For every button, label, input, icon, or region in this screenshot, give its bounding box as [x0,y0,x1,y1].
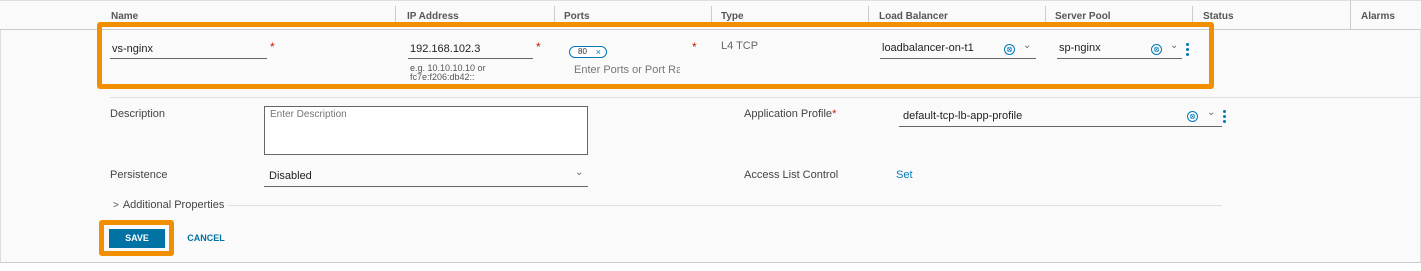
required-marker: * [270,40,275,54]
description-textarea[interactable] [264,106,588,155]
cancel-button[interactable]: CANCEL [180,229,232,248]
description-label: Description [110,108,166,120]
persistence-select[interactable]: Disabled [264,167,588,187]
column-header-ip-address[interactable]: IP Address [407,10,459,24]
column-header-status[interactable]: Status [1203,10,1234,24]
load-balancer-value: loadbalancer-on-t1 [882,42,974,54]
application-profile-label-text: Application Profile [744,108,833,120]
chevron-right-icon: > [113,200,119,211]
ip-hint: fc7e:f206:db42:: [410,72,475,82]
column-separator[interactable] [711,6,712,26]
persistence-value: Disabled [269,170,312,182]
more-actions-icon[interactable] [1223,110,1227,125]
chevron-down-icon[interactable]: ⌄ [1207,107,1215,118]
column-separator[interactable] [868,6,869,26]
divider [0,262,1421,263]
save-button[interactable]: SAVE [109,229,165,248]
ports-input[interactable]: Enter Ports or Port Ranges [574,64,680,76]
table-header-row: Name IP Address Ports Type Load Balancer… [0,0,1421,31]
application-profile-select[interactable]: default-tcp-lb-app-profile [899,107,1222,127]
name-input[interactable] [110,39,267,59]
required-marker: * [536,40,541,54]
port-chip-label: 80 [578,47,587,56]
divider [110,97,1421,98]
column-separator[interactable] [554,6,555,26]
additional-properties-label: Additional Properties [122,199,225,211]
application-profile-value: default-tcp-lb-app-profile [903,110,1023,122]
column-separator[interactable] [1192,6,1193,26]
column-header-load-balancer[interactable]: Load Balancer [879,10,948,24]
remove-chip-icon[interactable]: × [596,47,601,57]
required-marker: * [692,40,697,54]
ip-address-input[interactable] [408,39,533,59]
column-separator[interactable] [1045,6,1046,26]
server-pool-value: sp-nginx [1059,42,1101,54]
application-profile-label: Application Profile* [744,108,836,120]
more-actions-icon[interactable] [1186,43,1190,58]
column-separator[interactable] [1350,1,1351,31]
column-header-ports[interactable]: Ports [564,10,590,24]
column-separator[interactable] [395,6,396,26]
type-value: L4 TCP [721,40,759,52]
column-header-name[interactable]: Name [111,10,138,24]
clear-icon[interactable]: ⊗ [1004,44,1015,55]
chevron-down-icon[interactable]: ⌄ [1170,40,1178,51]
chevron-down-icon[interactable]: ⌄ [575,167,583,178]
access-list-control-label: Access List Control [744,169,839,181]
chevron-down-icon[interactable]: ⌄ [1023,40,1031,51]
port-chip: 80 × [569,46,607,58]
column-header-alarms[interactable]: Alarms [1361,10,1395,24]
clear-icon[interactable]: ⊗ [1187,111,1198,122]
divider [228,205,1222,206]
access-list-set-link[interactable]: Set [896,169,913,181]
clear-icon[interactable]: ⊗ [1151,44,1162,55]
required-marker: * [832,108,837,120]
additional-properties-toggle[interactable]: > Additional Properties [113,199,224,211]
column-header-type[interactable]: Type [721,10,744,24]
column-header-server-pool[interactable]: Server Pool [1055,10,1111,24]
server-pool-select[interactable]: sp-nginx [1057,39,1182,59]
persistence-label: Persistence [110,169,168,181]
